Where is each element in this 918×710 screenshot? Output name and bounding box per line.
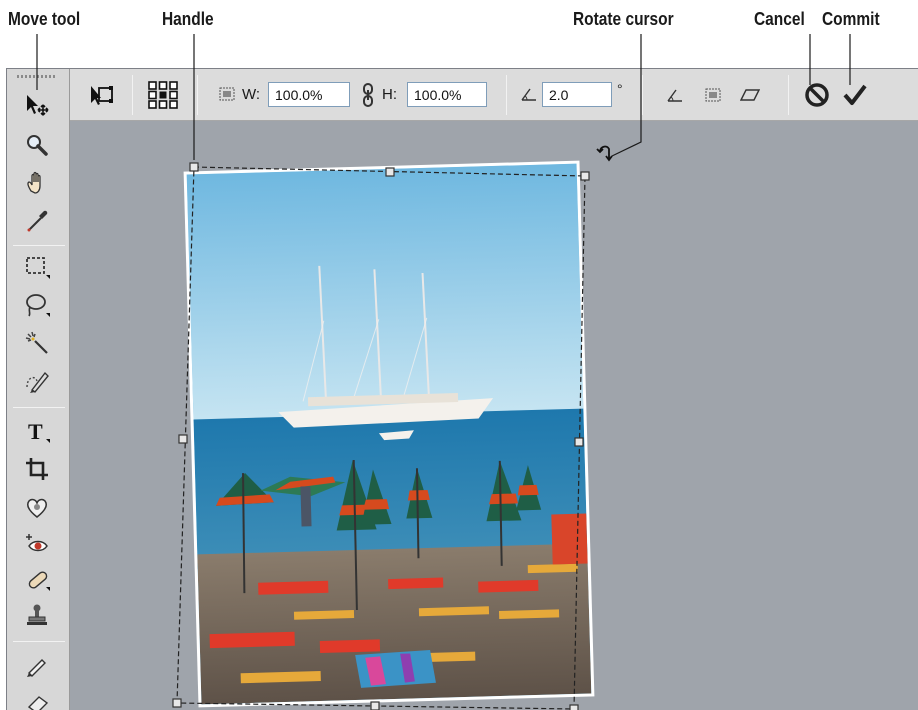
scale-icon: [705, 88, 721, 102]
transform-handle-top-right[interactable]: [580, 171, 590, 181]
options-divider: [788, 75, 789, 115]
width-input[interactable]: 100.0%: [268, 82, 350, 107]
angle-icon: [520, 85, 538, 103]
degree-symbol: °: [617, 81, 623, 97]
options-divider: [642, 75, 643, 115]
chain-link-icon: [363, 83, 373, 107]
callout-move-tool: Move tool: [8, 9, 81, 29]
cookie-cutter-tool-button[interactable]: [19, 493, 55, 521]
rotate-cursor-icon: [596, 145, 613, 162]
magic-wand-icon: [25, 331, 48, 354]
cancel-icon: [805, 83, 829, 107]
crop-icon: [26, 458, 48, 480]
move-icon: [27, 95, 49, 116]
constrain-proportions-button[interactable]: [358, 81, 378, 109]
callout-handle: Handle: [162, 9, 214, 29]
reference-point-locator[interactable]: [146, 79, 180, 111]
options-divider: [506, 75, 507, 115]
eraser-icon: [27, 696, 49, 710]
skew-icon: [740, 89, 760, 101]
clone-stamp-icon: [27, 604, 47, 625]
quick-selection-tool-button[interactable]: [19, 367, 55, 395]
options-divider: [197, 75, 198, 115]
zoom-icon: [27, 135, 48, 156]
healing-brush-icon: [28, 571, 50, 591]
hand-tool-button[interactable]: [19, 169, 55, 197]
height-label: H:: [382, 86, 397, 103]
transform-handle-bottom[interactable]: [370, 701, 380, 710]
photoshop-elements-window: T W: 100.0% H: 100.0% 2.0 °: [6, 68, 918, 710]
callout-commit: Commit: [822, 9, 880, 29]
pencil-icon: [27, 659, 46, 677]
marquee-tool-button[interactable]: [19, 253, 55, 281]
free-transform-icon: [91, 86, 113, 105]
rotate-angle-icon: [667, 89, 682, 102]
beach-photo[interactable]: [186, 163, 592, 705]
skew-mode-button[interactable]: [738, 85, 762, 105]
quick-selection-icon: [26, 371, 49, 393]
tool-options-bar: W: 100.0% H: 100.0% 2.0 °: [70, 69, 918, 121]
rotate-mode-button[interactable]: [664, 85, 686, 105]
hand-icon: [27, 171, 41, 194]
free-transform-button[interactable]: [86, 81, 116, 109]
panel-grip[interactable]: [17, 75, 57, 78]
move-tool-button[interactable]: [19, 91, 55, 119]
width-size-icon: [218, 86, 236, 102]
tools-divider: [13, 641, 65, 642]
tools-divider: [13, 407, 65, 408]
shape-heart-icon: [26, 498, 48, 518]
eyedropper-icon: [27, 210, 48, 232]
clone-stamp-tool-button[interactable]: [19, 601, 55, 629]
type-icon: T: [28, 419, 50, 444]
rotate-angle-input[interactable]: 2.0: [542, 82, 612, 107]
width-label: W:: [242, 86, 261, 103]
type-tool-button[interactable]: T: [19, 417, 55, 445]
red-eye-icon: [26, 534, 48, 552]
eraser-tool-button[interactable]: [19, 689, 55, 710]
tools-divider: [13, 245, 65, 246]
transform-handle-left[interactable]: [178, 434, 188, 444]
zoom-tool-button[interactable]: [19, 131, 55, 159]
pencil-tool-button[interactable]: [19, 651, 55, 679]
checkmark-icon: [843, 84, 867, 105]
svg-text:T: T: [28, 419, 43, 444]
tools-panel: T: [7, 69, 70, 710]
reference-point-grid-icon: [148, 81, 178, 109]
red-eye-tool-button[interactable]: [19, 529, 55, 557]
crop-tool-button[interactable]: [19, 455, 55, 483]
callout-rotate-cursor: Rotate cursor: [573, 9, 674, 29]
scale-mode-button[interactable]: [702, 85, 724, 105]
lasso-icon: [26, 294, 50, 317]
transform-handle-bottom-left[interactable]: [172, 698, 182, 708]
transform-handle-top-left[interactable]: [189, 162, 199, 172]
callout-cancel: Cancel: [754, 9, 805, 29]
cancel-button[interactable]: [802, 80, 832, 110]
lasso-tool-button[interactable]: [19, 291, 55, 319]
transform-handle-bottom-right[interactable]: [569, 704, 579, 710]
marquee-icon: [26, 257, 50, 279]
beach-photo-image: [186, 163, 592, 705]
magic-wand-tool-button[interactable]: [19, 329, 55, 357]
options-divider: [132, 75, 133, 115]
height-input[interactable]: 100.0%: [407, 82, 487, 107]
canvas-area[interactable]: [70, 121, 918, 710]
healing-brush-tool-button[interactable]: [19, 565, 55, 593]
commit-button[interactable]: [840, 80, 870, 110]
eyedropper-tool-button[interactable]: [19, 207, 55, 235]
